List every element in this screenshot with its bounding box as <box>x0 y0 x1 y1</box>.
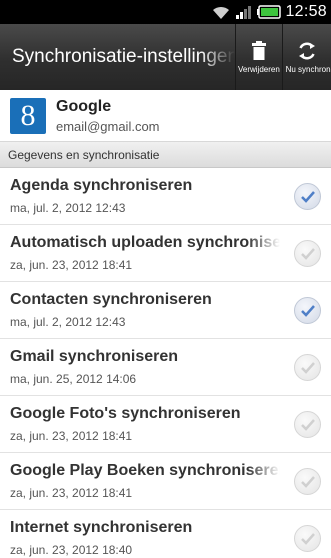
sync-item-date: za, jun. 23, 2012 18:41 <box>10 258 133 272</box>
signal-icon <box>236 6 252 19</box>
sync-item-internet[interactable]: Internet synchroniseren za, jun. 23, 201… <box>0 510 331 558</box>
sync-item-agenda[interactable]: Agenda synchroniseren ma, jul. 2, 2012 1… <box>0 168 331 225</box>
sync-item-play-books[interactable]: Google Play Boeken synchroniseren za, ju… <box>0 453 331 510</box>
checkbox-checked-icon[interactable] <box>294 183 321 210</box>
page-title: Synchronisatie-instellingen <box>12 46 236 67</box>
action-bar: Synchronisatie-instellingen Verwijderen … <box>0 24 331 90</box>
checkbox-unchecked-icon[interactable] <box>294 240 321 267</box>
sync-item-contacts[interactable]: Contacten synchroniseren ma, jul. 2, 201… <box>0 282 331 339</box>
sync-now-button-label: Nu synchroniseren <box>285 64 331 74</box>
sync-icon <box>298 42 315 59</box>
checkbox-unchecked-icon[interactable] <box>294 468 321 495</box>
sync-item-date: za, jun. 23, 2012 18:41 <box>10 429 133 443</box>
checkbox-unchecked-icon[interactable] <box>294 525 321 552</box>
status-time: 12:58 <box>285 3 327 20</box>
sync-item-label: Automatisch uploaden synchroniseren <box>10 234 280 251</box>
google-logo-icon: 8 <box>10 97 46 134</box>
sync-item-photos[interactable]: Google Foto's synchroniseren za, jun. 23… <box>0 396 331 453</box>
trash-icon <box>251 40 266 60</box>
checkbox-unchecked-icon[interactable] <box>294 354 321 381</box>
sync-item-label: Gmail synchroniseren <box>10 348 179 365</box>
wifi-icon <box>213 6 230 20</box>
sync-item-label: Internet synchroniseren <box>10 519 193 536</box>
account-header: 8 Google email@gmail.com <box>0 90 331 142</box>
section-header: Gegevens en synchronisatie <box>0 142 331 168</box>
sync-item-gmail[interactable]: Gmail synchroniseren ma, jun. 25, 2012 1… <box>0 339 331 396</box>
account-name: Google <box>56 97 112 115</box>
sync-item-date: ma, jul. 2, 2012 12:43 <box>10 201 126 215</box>
account-email: email@gmail.com <box>56 118 160 134</box>
sync-item-date: ma, jul. 2, 2012 12:43 <box>10 315 126 329</box>
sync-item-label: Contacten synchroniseren <box>10 291 212 308</box>
sync-item-date: za, jun. 23, 2012 18:40 <box>10 543 133 557</box>
checkbox-unchecked-icon[interactable] <box>294 411 321 438</box>
sync-item-label: Agenda synchroniseren <box>10 177 193 194</box>
sync-item-date: ma, jun. 25, 2012 14:06 <box>10 372 137 386</box>
sync-item-label: Google Play Boeken synchroniseren <box>10 462 280 479</box>
sync-now-button[interactable]: Nu synchroniseren <box>281 24 331 90</box>
delete-button[interactable]: Verwijderen <box>235 24 281 90</box>
sync-item-date: za, jun. 23, 2012 18:41 <box>10 486 133 500</box>
sync-item-label: Google Foto's synchroniseren <box>10 405 241 422</box>
status-bar: 12:58 <box>0 0 331 24</box>
checkbox-checked-icon[interactable] <box>294 297 321 324</box>
delete-button-label: Verwijderen <box>237 64 280 74</box>
sync-list: Agenda synchroniseren ma, jul. 2, 2012 1… <box>0 168 331 558</box>
battery-icon <box>257 5 282 19</box>
sync-item-auto-upload[interactable]: Automatisch uploaden synchroniseren za, … <box>0 225 331 282</box>
